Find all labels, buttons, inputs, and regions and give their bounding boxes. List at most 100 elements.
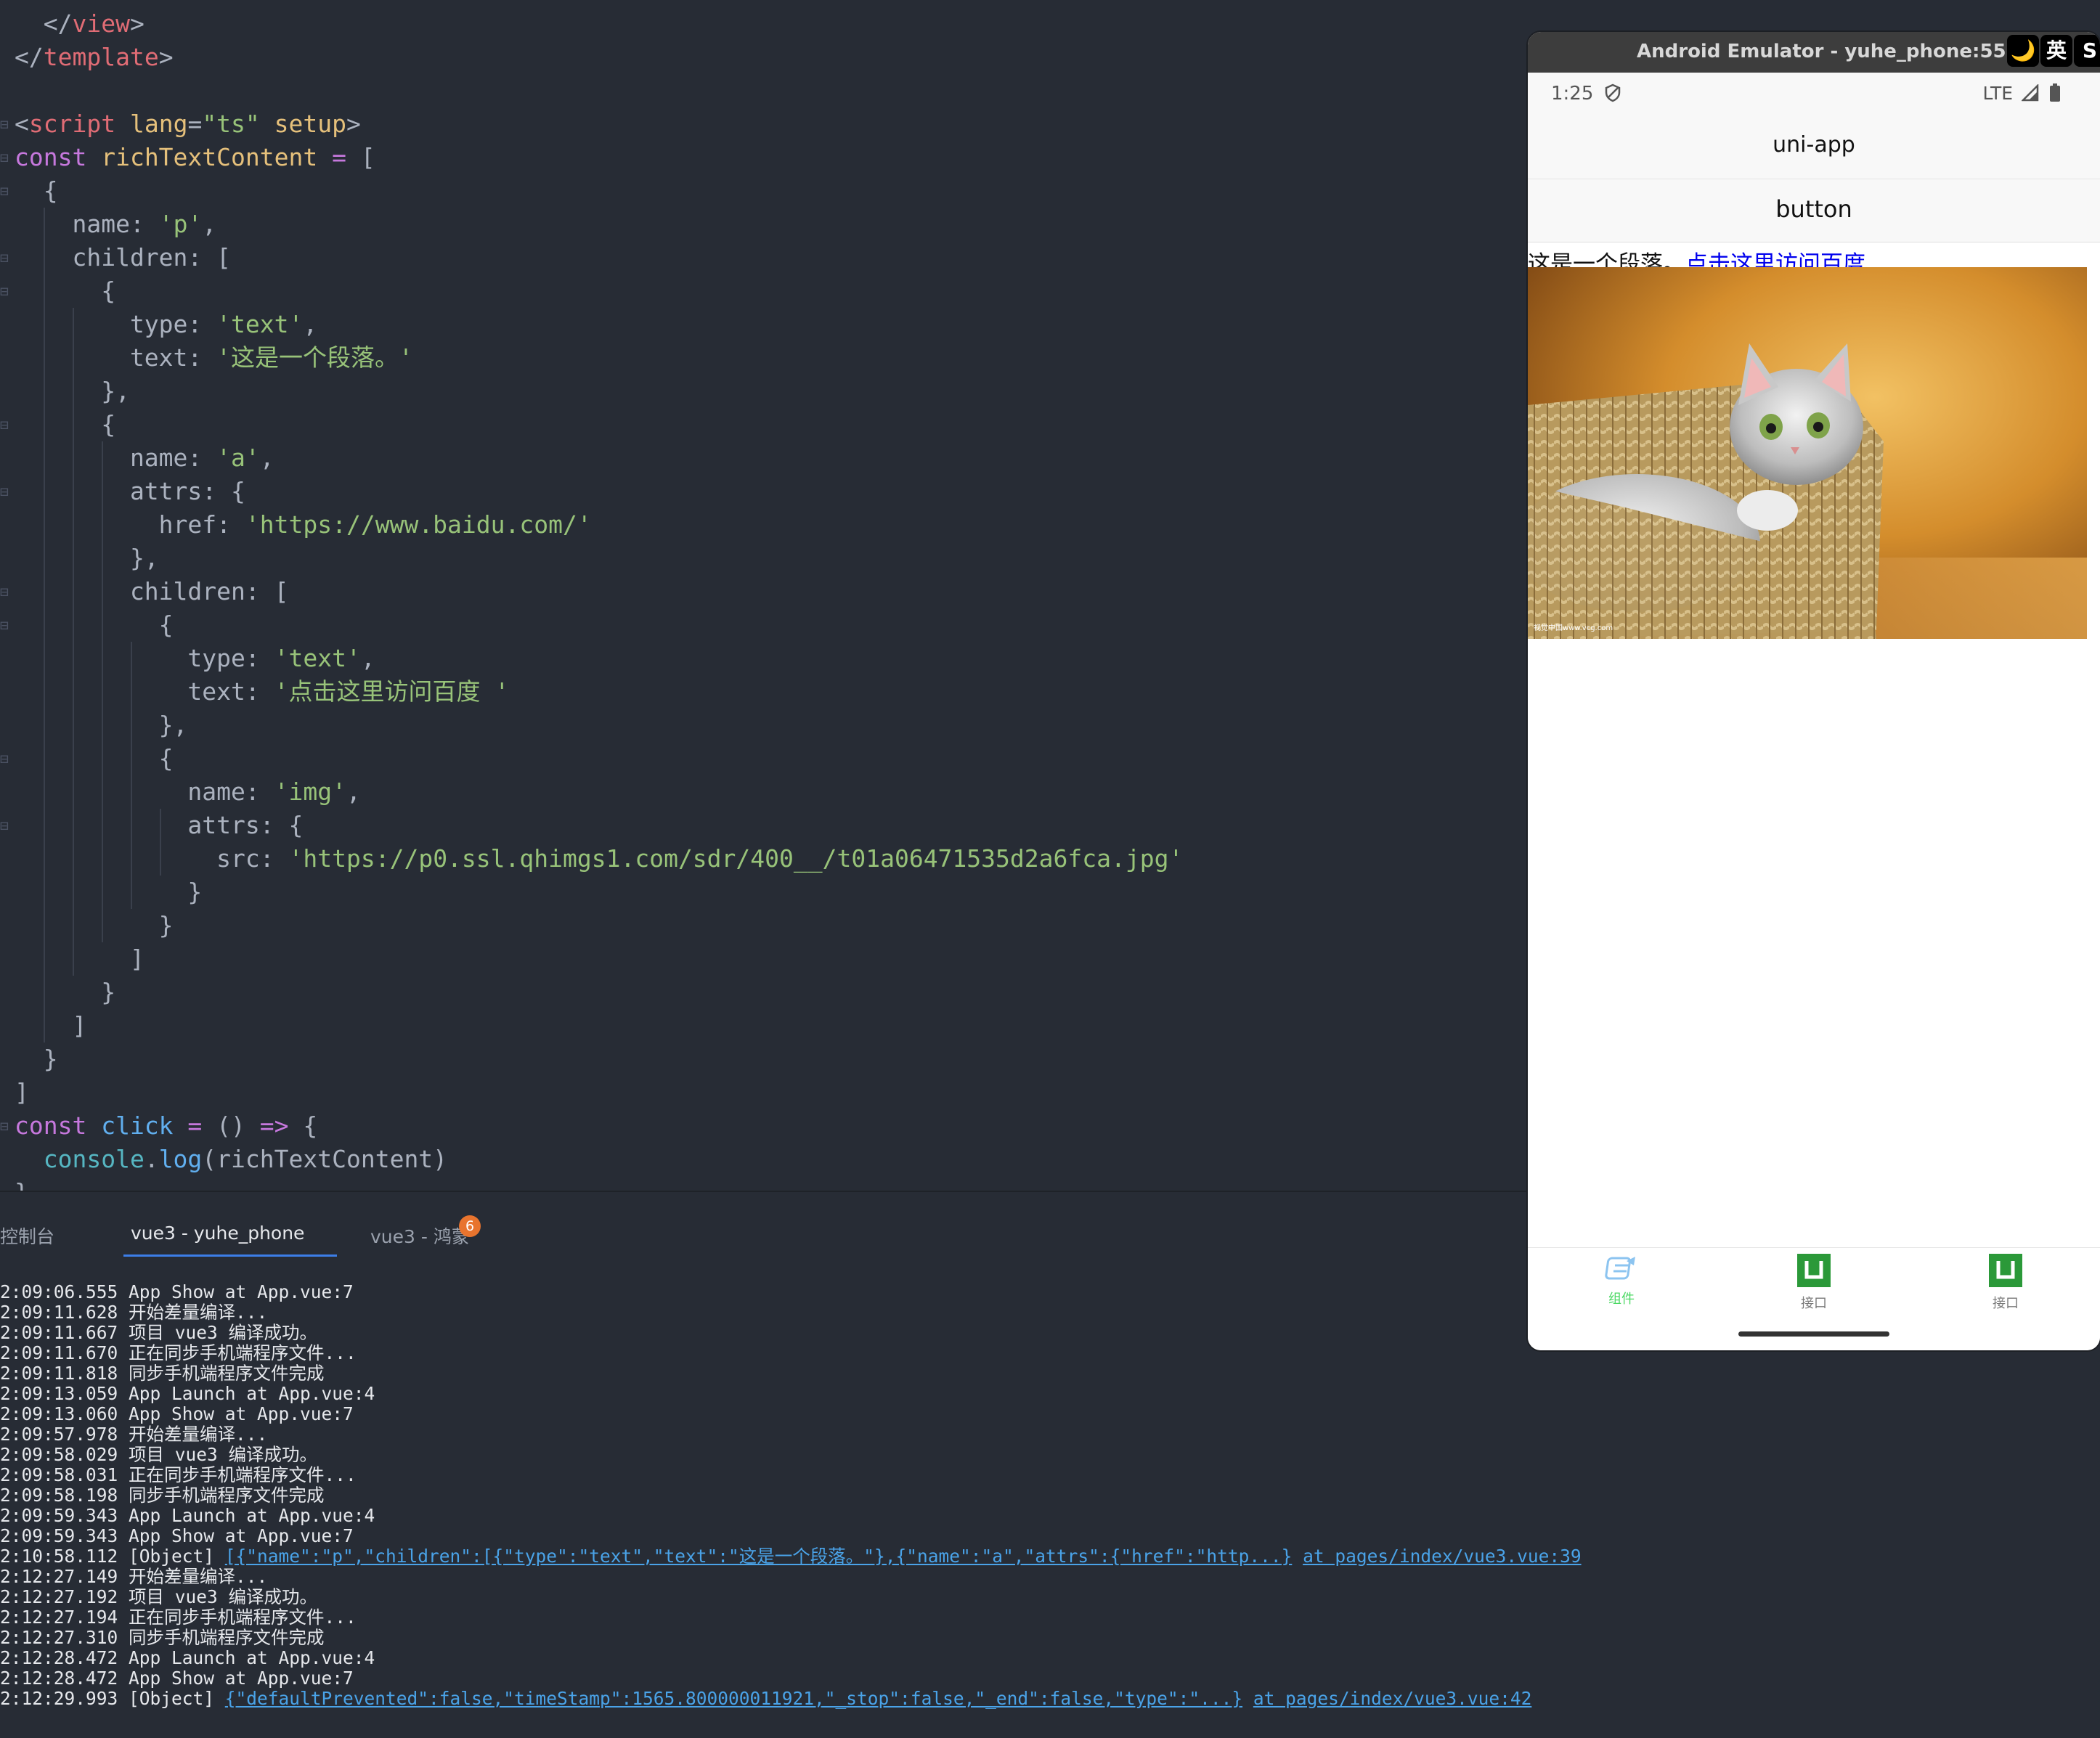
log-message: App Launch at App.vue:4 — [129, 1647, 375, 1668]
code-token: 'p' — [158, 210, 203, 238]
android-status-bar: 1:25 LTE — [1528, 73, 2100, 116]
home-indicator[interactable] — [1738, 1331, 1889, 1337]
log-entry: 2:09:58.029 项目 vue3 编译成功。 — [0, 1445, 317, 1465]
log-source-link[interactable]: at pages/index/vue3.vue:39 — [1303, 1546, 1582, 1567]
log-entry: 2:09:13.059 App Launch at App.vue:4 — [0, 1384, 375, 1404]
code-token: name — [15, 210, 130, 238]
code-token: (richTextContent) — [202, 1145, 448, 1173]
fold-toggle-icon[interactable]: ⊟ — [0, 809, 10, 842]
fold-toggle-icon[interactable]: ⊟ — [0, 1109, 10, 1143]
fold-toggle-icon[interactable]: ⊟ — [0, 742, 10, 775]
log-message: 同步手机端程序文件完成 — [129, 1485, 325, 1506]
log-timestamp: 2:09:59.343 — [0, 1505, 118, 1526]
log-entry: 2:09:13.060 App Show at App.vue:7 — [0, 1404, 354, 1424]
tabbar-item-components[interactable]: 组件 — [1578, 1254, 1665, 1307]
image-watermark: 视觉中国www.vcg.com — [1534, 623, 1613, 632]
indent-guide — [73, 308, 74, 976]
code-line: children: [ — [15, 575, 289, 608]
log-message: App Launch at App.vue:4 — [129, 1505, 375, 1526]
tabbar-item-api-2[interactable]: 接口 — [1962, 1254, 2049, 1312]
log-object-link[interactable]: {"defaultPrevented":false,"timeStamp":15… — [225, 1688, 1242, 1709]
code-token: : [ — [245, 577, 289, 605]
log-object-link[interactable]: [{"name":"p","children":[{"type":"text",… — [225, 1546, 1293, 1567]
code-token: = — [173, 1111, 217, 1140]
code-token: 'text' — [216, 310, 304, 338]
moon-icon[interactable]: 🌙 — [2007, 35, 2039, 67]
fold-toggle-icon[interactable]: ⊟ — [0, 274, 10, 308]
log-message: App Show at App.vue:7 — [129, 1403, 354, 1424]
code-token: console — [15, 1145, 145, 1173]
code-token: 'text' — [274, 644, 361, 672]
log-message: 开始差量编译... — [129, 1566, 268, 1587]
code-token: setup — [259, 110, 347, 138]
tab-vue3-harmony[interactable]: vue3 - 鸿蒙 — [370, 1223, 470, 1249]
network-type: LTE — [1982, 83, 2014, 104]
fold-toggle-icon[interactable]: ⊟ — [0, 408, 10, 441]
log-entry: 2:09:11.667 项目 vue3 编译成功。 — [0, 1323, 317, 1343]
code-token: > — [346, 110, 361, 138]
code-token: { — [15, 611, 174, 639]
code-token: , — [202, 210, 217, 238]
tabbar-label-api-1: 接口 — [1801, 1296, 1827, 1311]
code-token: : — [245, 677, 274, 706]
log-timestamp: 2:09:11.670 — [0, 1342, 118, 1363]
code-token: { — [15, 277, 116, 305]
log-message: 开始差量编译... — [129, 1302, 268, 1323]
log-message: App Launch at App.vue:4 — [129, 1383, 375, 1404]
signal-icon — [2021, 83, 2039, 102]
code-token: : { — [259, 811, 304, 839]
code-token: , — [259, 444, 274, 472]
tab-vue3-yuhe-phone[interactable]: vue3 - yuhe_phone — [131, 1223, 304, 1244]
code-line: type: 'text', — [15, 308, 317, 341]
tab-console[interactable]: 控制台 — [0, 1223, 54, 1249]
code-line: console.log(richTextContent) — [15, 1143, 447, 1176]
fold-toggle-icon[interactable]: ⊟ — [0, 475, 10, 508]
fold-toggle-icon[interactable]: ⊟ — [0, 241, 10, 274]
log-timestamp: 2:09:58.029 — [0, 1444, 118, 1465]
code-token: : — [259, 844, 289, 873]
code-line: </template> — [15, 41, 174, 74]
log-timestamp: 2:09:58.198 — [0, 1485, 118, 1506]
cat-image: 视觉中国www.vcg.com — [1528, 267, 2087, 639]
code-line: { — [15, 608, 174, 642]
code-line: { — [15, 742, 174, 775]
code-token: > — [158, 43, 174, 71]
fold-toggle-icon[interactable]: ⊟ — [0, 174, 10, 208]
code-token: text — [15, 343, 188, 372]
code-token: type — [15, 310, 188, 338]
code-editor[interactable]: </view> </template> <script lang="ts" setu… — [0, 0, 1526, 1191]
tabbar-item-api-1[interactable]: 接口 — [1770, 1254, 1857, 1312]
log-timestamp: 2:12:27.310 — [0, 1627, 118, 1648]
log-message: App Show at App.vue:7 — [129, 1525, 354, 1546]
log-message: 同步手机端程序文件完成 — [129, 1627, 325, 1648]
code-token: { — [15, 744, 174, 772]
app-s-icon[interactable]: S — [2074, 35, 2100, 67]
uniapp-logo-icon — [1797, 1254, 1831, 1287]
code-token: ] — [15, 945, 145, 973]
code-line: } — [15, 1043, 58, 1076]
code-token: } — [15, 878, 203, 906]
log-entry: 2:12:29.993 [Object] {"defaultPrevented"… — [0, 1689, 1531, 1709]
code-line: type: 'text', — [15, 642, 375, 675]
log-entry: 2:09:11.628 开始差量编译... — [0, 1302, 267, 1323]
code-line: attrs: { — [15, 475, 245, 508]
code-token: type — [15, 644, 245, 672]
fold-toggle-icon[interactable]: ⊟ — [0, 141, 10, 174]
code-token: { — [288, 1111, 318, 1140]
log-entry: 2:09:57.978 开始差量编译... — [0, 1424, 267, 1445]
log-source-link[interactable]: at pages/index/vue3.vue:42 — [1253, 1688, 1532, 1709]
input-method-icon[interactable]: 英 — [2040, 35, 2072, 67]
code-line: text: '点击这里访问百度 ' — [15, 675, 509, 709]
fold-toggle-icon[interactable]: ⊟ — [0, 575, 10, 608]
code-line: }, — [15, 542, 159, 575]
fold-toggle-icon[interactable]: ⊟ — [0, 608, 10, 642]
code-line: src: 'https://p0.ssl.qhimgs1.com/sdr/400… — [15, 842, 1183, 876]
code-token: </ — [15, 43, 44, 71]
code-line: } — [15, 976, 115, 1009]
indent-guide — [131, 642, 132, 909]
code-line: } — [15, 876, 202, 909]
fold-toggle-icon[interactable]: ⊟ — [0, 107, 10, 141]
button[interactable]: button — [1528, 179, 2100, 242]
emulator-titlebar[interactable]: Android Emulator - yuhe_phone:5554 🌙 英 S — [1528, 32, 2100, 73]
status-indicators: LTE — [1983, 83, 2061, 104]
